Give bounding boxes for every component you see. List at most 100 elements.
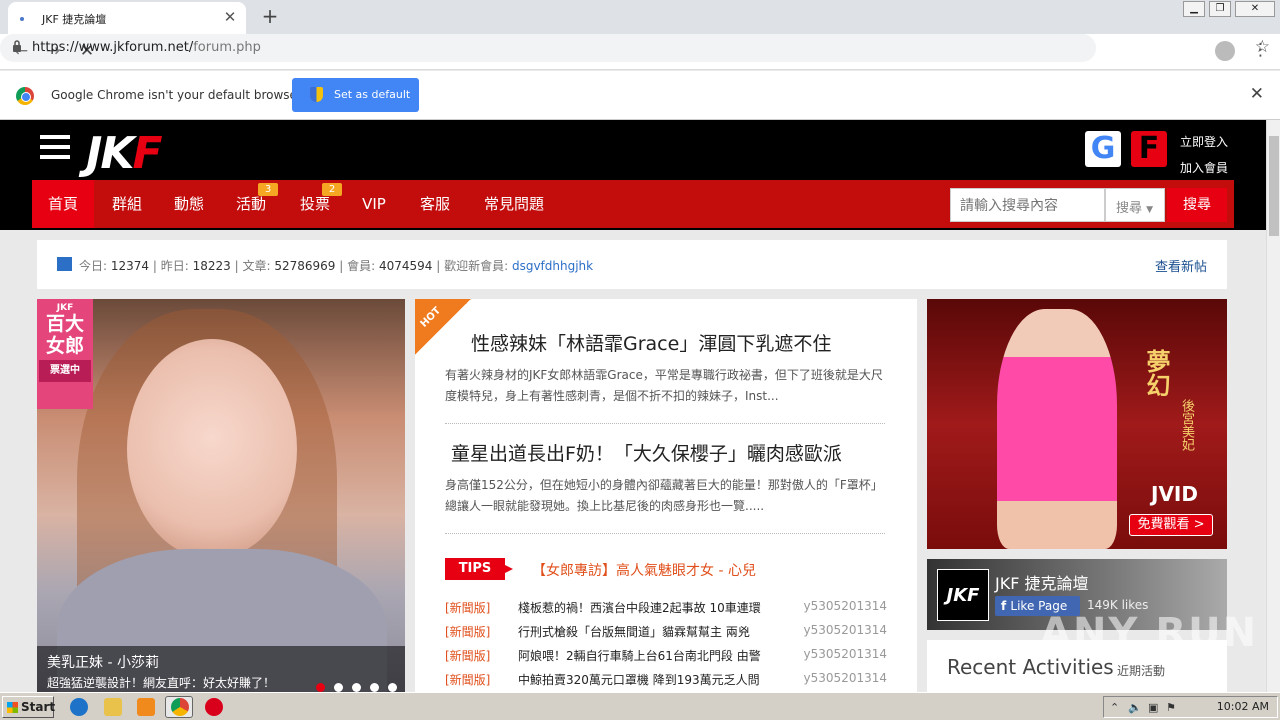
- opera-icon[interactable]: [205, 698, 223, 716]
- slider-dot[interactable]: [334, 683, 343, 692]
- tag-top: JKF: [56, 303, 74, 313]
- article-title[interactable]: 性感辣妹「林語霏Grace」渾圓下乳遮不住: [471, 329, 831, 356]
- ad-kanji: 夢幻: [1142, 349, 1170, 397]
- nav-label: 動態: [173, 195, 204, 213]
- profile-avatar[interactable]: [1215, 41, 1235, 61]
- flag-icon[interactable]: ⚑: [1166, 701, 1176, 714]
- news-author[interactable]: y5305201314: [804, 599, 887, 613]
- minimize-button[interactable]: ▁: [1183, 1, 1205, 17]
- search-input[interactable]: [950, 188, 1105, 222]
- featured-girl-slider[interactable]: JKF 百大女郎 票選中 美乳正妹 - 小莎莉 超強猛逆襲設計！網友直呼：好太好…: [37, 299, 405, 692]
- news-row[interactable]: [新聞版] 棧板惹的禍！西濱台中段連2起事故 10車連環 y5305201314: [445, 599, 887, 623]
- jvid-ad-banner[interactable]: 夢幻 後宮美妃 JVID 免費觀看 >: [927, 299, 1227, 549]
- nav-item-events[interactable]: 活動 3: [220, 180, 282, 228]
- slider-dot[interactable]: [316, 683, 325, 692]
- nav-label: VIP: [362, 195, 386, 213]
- news-title[interactable]: 阿娘喂！2輛自行車騎上台61台南北門段 由警: [518, 647, 788, 664]
- news-category[interactable]: [新聞版]: [445, 671, 490, 688]
- slider-dot[interactable]: [388, 683, 397, 692]
- lock-icon: [12, 40, 22, 52]
- browser-toolbar: ← → ✕ https://www.jkforum.net/forum.php …: [0, 34, 1280, 70]
- set-default-button[interactable]: Set as default: [292, 78, 419, 112]
- vertical-scrollbar[interactable]: [1266, 120, 1280, 692]
- nav-item-feed[interactable]: 動態: [158, 180, 220, 228]
- members-label: 會員:: [347, 259, 376, 273]
- default-browser-infobar: Google Chrome isn't your default browser…: [0, 71, 1280, 120]
- browser-tab[interactable]: JKF 捷克論壇 ✕: [8, 2, 246, 34]
- news-author[interactable]: y5305201314: [804, 623, 887, 637]
- news-title[interactable]: 行刑式槍殺「台版無間道」貓霖幫幫主 兩兇: [518, 623, 788, 640]
- logo-main-text: JK: [86, 128, 134, 179]
- search-type-select[interactable]: 搜尋 ▼: [1105, 188, 1165, 222]
- folder-icon[interactable]: [104, 698, 122, 716]
- start-button[interactable]: Start: [2, 696, 55, 718]
- login-link[interactable]: 立即登入: [1180, 133, 1228, 150]
- article-title[interactable]: 童星出道長出F奶！「大久保櫻子」曬肉感歐派: [451, 439, 842, 466]
- fb-page-name[interactable]: JKF 捷克論壇: [995, 570, 1089, 594]
- search-button[interactable]: 搜尋: [1167, 188, 1227, 222]
- system-tray: ⌃ 🔈 ▣ ⚑ 10:02 AM: [1103, 696, 1278, 718]
- nav-item-home[interactable]: 首頁: [32, 180, 94, 228]
- infobar-close-icon[interactable]: ✕: [1250, 84, 1264, 104]
- slider-dot[interactable]: [352, 683, 361, 692]
- nav-item-vip[interactable]: VIP: [344, 180, 404, 228]
- windows-taskbar: Start ⌃ 🔈 ▣ ⚑ 10:02 AM: [0, 692, 1280, 720]
- facebook-f-icon: f: [1001, 599, 1011, 613]
- nav-item-support[interactable]: 客服: [404, 180, 466, 228]
- google-login-icon[interactable]: G: [1085, 131, 1121, 167]
- nav-item-faq[interactable]: 常見問題: [472, 180, 556, 228]
- register-link[interactable]: 加入會員: [1180, 159, 1228, 176]
- news-row[interactable]: [新聞版] 行刑式槍殺「台版無間道」貓霖幫幫主 兩兇 y5305201314: [445, 623, 887, 647]
- ie-icon[interactable]: [70, 698, 88, 716]
- slider-dot[interactable]: [370, 683, 379, 692]
- news-category[interactable]: [新聞版]: [445, 647, 490, 664]
- fb-page-logo[interactable]: JKF: [937, 569, 989, 621]
- tips-link[interactable]: 【女郎專訪】高人氣魅眼才女 - 心兒: [532, 560, 756, 580]
- events-badge: 3: [258, 183, 278, 196]
- yesterday-count: 18223: [192, 259, 231, 273]
- bar-chart-icon: [57, 257, 72, 271]
- news-row[interactable]: [新聞版] 中鯨拍賣320萬元口罩機 降到193萬元乏人問 y5305201314: [445, 671, 887, 692]
- news-author[interactable]: y5305201314: [804, 671, 887, 685]
- tab-close-icon[interactable]: ✕: [220, 8, 240, 26]
- restore-button[interactable]: ❐: [1209, 1, 1231, 17]
- tips-badge: TIPS: [445, 558, 513, 580]
- news-title[interactable]: 棧板惹的禍！西濱台中段連2起事故 10車連環: [518, 599, 788, 616]
- media-player-icon[interactable]: [137, 698, 155, 716]
- news-row[interactable]: [新聞版] 阿娘喂！2輛自行車騎上台61台南北門段 由警 y5305201314: [445, 647, 887, 671]
- posts-count: 52786969: [274, 259, 336, 273]
- site-logo[interactable]: JKF: [86, 128, 163, 179]
- yesterday-label: 昨日:: [160, 259, 189, 273]
- news-author[interactable]: y5305201314: [804, 647, 887, 661]
- close-window-button[interactable]: ✕: [1235, 1, 1275, 17]
- news-category[interactable]: [新聞版]: [445, 623, 490, 640]
- chrome-menu-icon[interactable]: ⋮: [1252, 40, 1269, 60]
- network-icon[interactable]: ▣: [1148, 701, 1158, 714]
- news-category[interactable]: [新聞版]: [445, 599, 490, 616]
- address-bar[interactable]: https://www.jkforum.net/forum.php ☆: [0, 34, 1270, 62]
- caption-sub: 超強猛逆襲設計！網友直呼：好太好賺了！: [47, 676, 276, 690]
- new-posts-link[interactable]: 查看新帖: [1155, 256, 1207, 275]
- recent-sub: 近期活動: [1117, 664, 1166, 678]
- ad-watch-button[interactable]: 免費觀看 >: [1129, 514, 1213, 536]
- today-label: 今日:: [79, 259, 108, 273]
- logo-accent-text: F: [132, 128, 162, 179]
- volume-icon[interactable]: 🔈: [1128, 701, 1142, 714]
- facebook-login-icon[interactable]: F: [1131, 131, 1167, 167]
- search-select-label: 搜尋: [1116, 201, 1143, 216]
- caret-down-icon: ▼: [1146, 205, 1154, 215]
- stats-bar: 今日: 12374 | 昨日: 18223 | 文章: 52786969 | 會…: [37, 240, 1227, 289]
- scrollbar-thumb[interactable]: [1269, 136, 1279, 236]
- members-count: 4074594: [378, 259, 433, 273]
- promo-image-face: [127, 339, 297, 559]
- nav-label: 活動: [235, 195, 266, 213]
- news-title[interactable]: 中鯨拍賣320萬元口罩機 降到193萬元乏人問: [518, 671, 788, 688]
- nav-item-vote[interactable]: 投票 2: [284, 180, 346, 228]
- new-member-link[interactable]: dsgvfdhhgjhk: [512, 259, 593, 273]
- new-tab-icon[interactable]: +: [258, 4, 282, 28]
- article-desc: 有著火辣身材的JKF女郎林語霏Grace，平常是專職行政祕書，但下了班後就是大尺…: [445, 368, 883, 403]
- nav-item-groups[interactable]: 群組: [96, 180, 158, 228]
- hamburger-menu-icon[interactable]: [40, 135, 70, 159]
- tray-arrow-icon[interactable]: ⌃: [1110, 701, 1119, 714]
- tag-main: 百大女郎: [45, 313, 84, 357]
